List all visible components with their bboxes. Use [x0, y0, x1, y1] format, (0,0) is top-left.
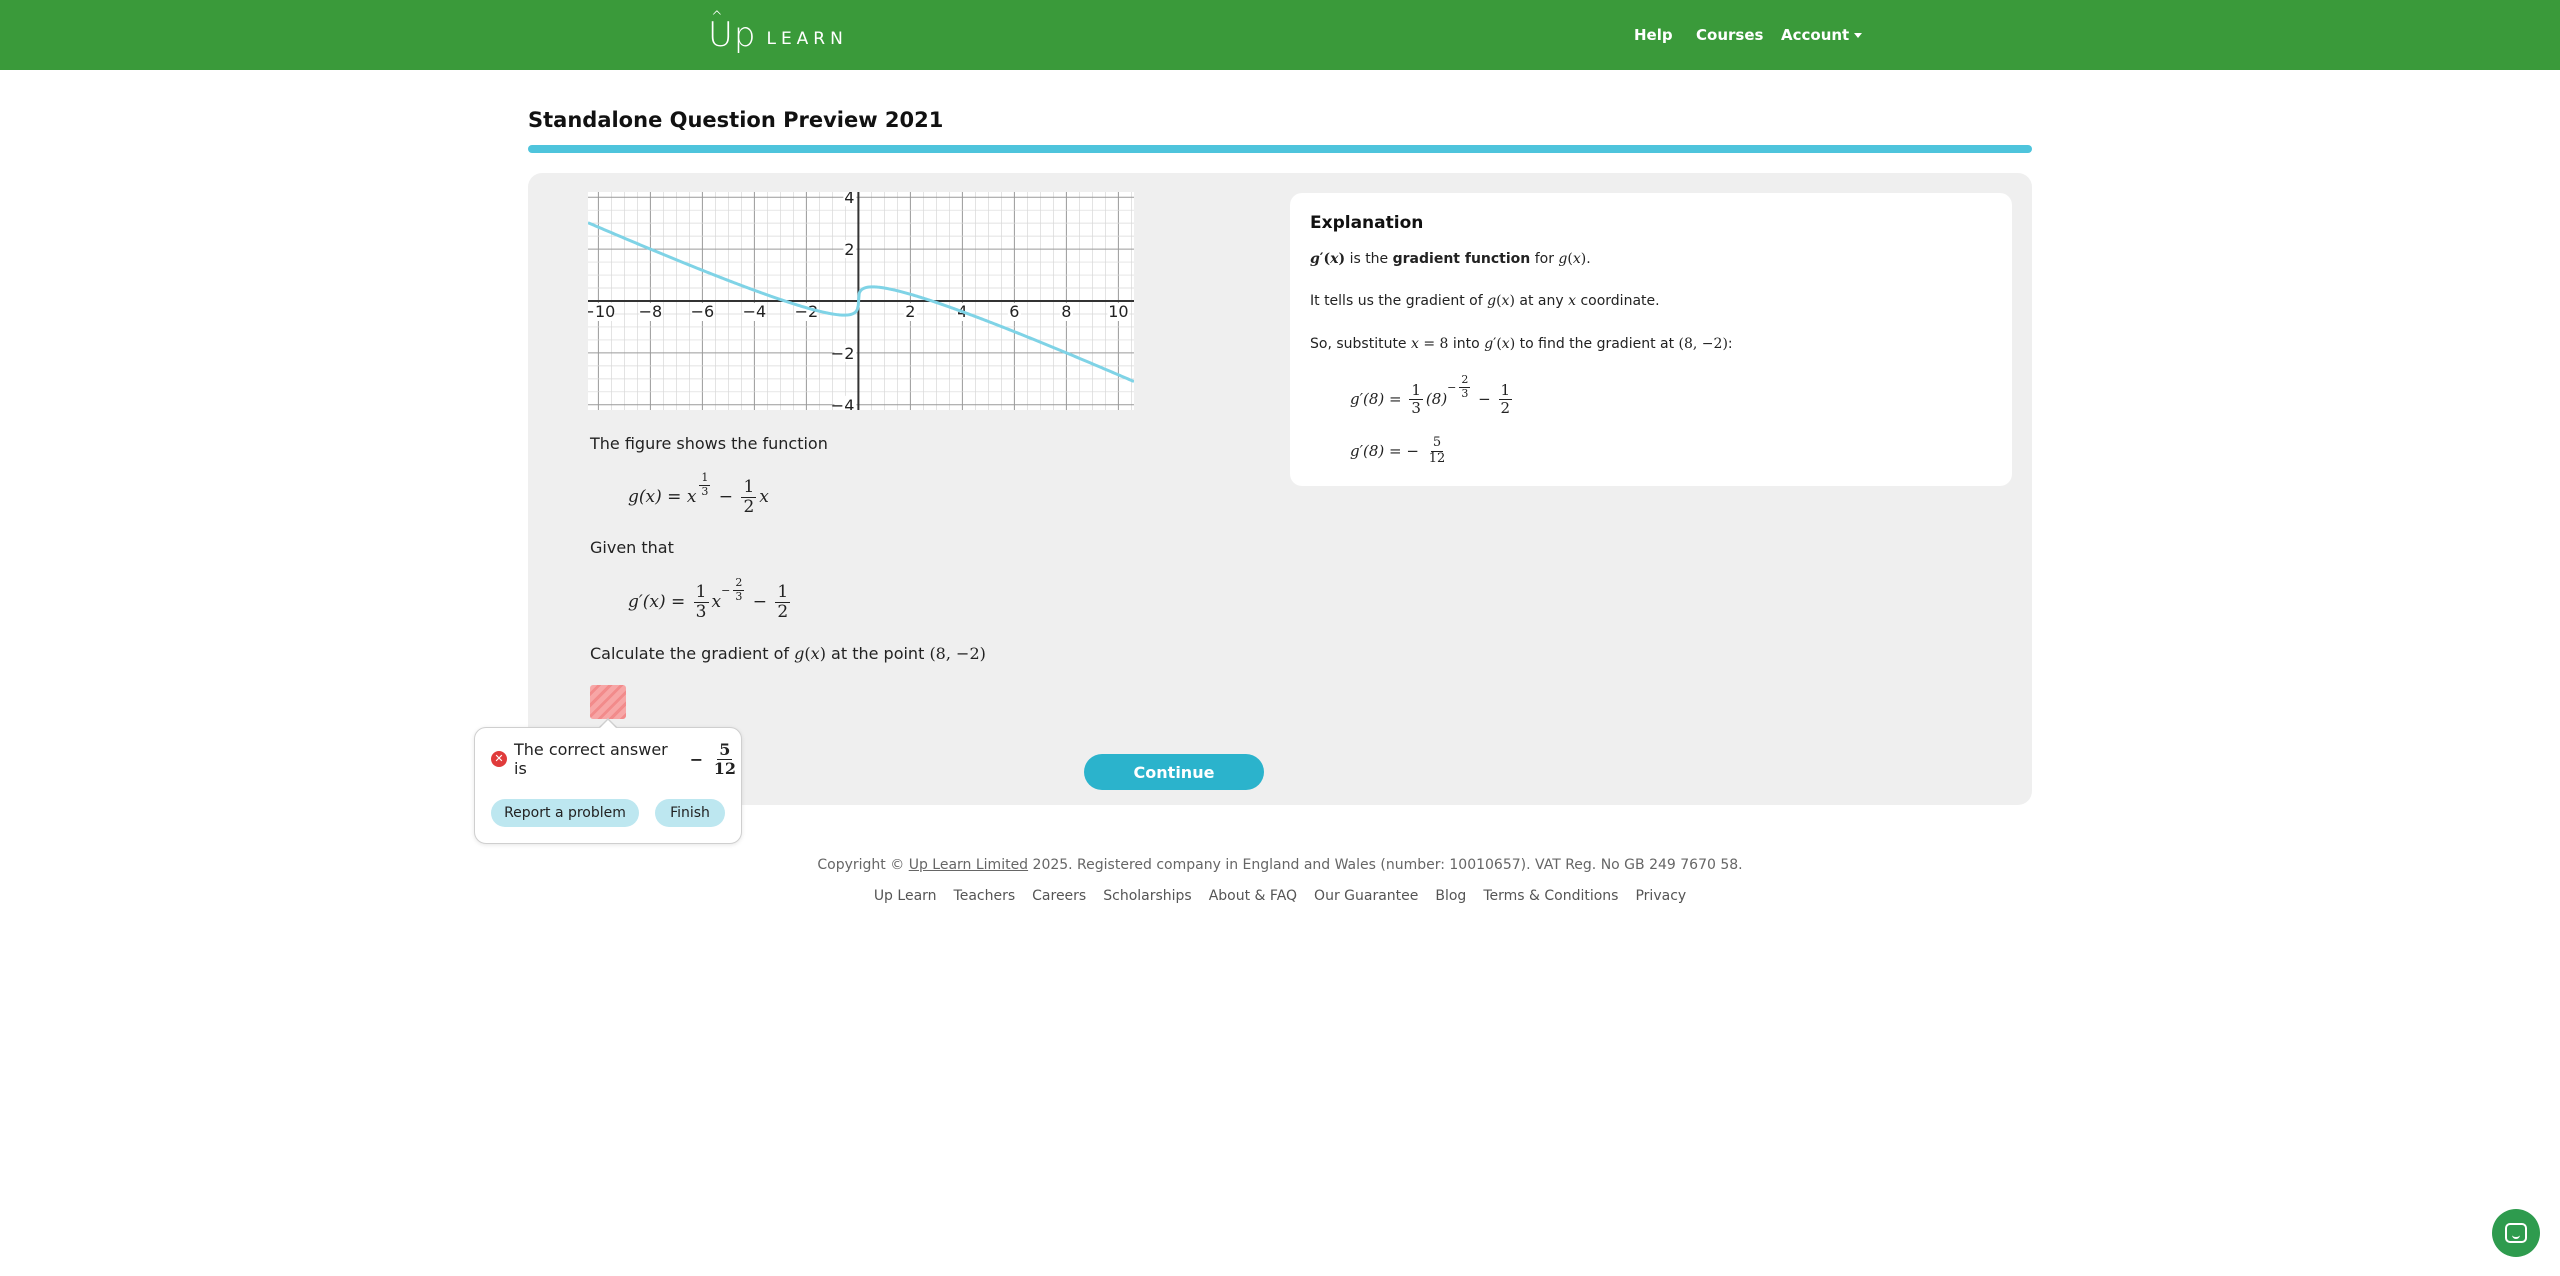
- calc-prefix: Calculate the gradient of: [590, 644, 790, 663]
- nav-help-link[interactable]: Help: [1634, 0, 1673, 70]
- explanation-line-3: So, substitute x = 8 into g′(x) to find …: [1310, 336, 1733, 352]
- footer-link-about-faq[interactable]: About & FAQ: [1209, 888, 1297, 904]
- explanation-equation-2: g ′(8) = − 5 12: [1350, 435, 1446, 466]
- x-tick-label: 2: [905, 302, 915, 321]
- top-navbar: ^ Up LEARN Help Courses Account: [0, 0, 2560, 70]
- x-tick-label: −8: [639, 302, 663, 321]
- continue-button[interactable]: Continue: [1084, 754, 1264, 790]
- calc-mid: at the point: [831, 644, 925, 663]
- footer-link-careers[interactable]: Careers: [1032, 888, 1086, 904]
- function-graph: −10 −8 −6 −4 −2 2 4 6 8 10−4−224: [588, 192, 1134, 410]
- copyright-prefix: Copyright ©: [817, 857, 905, 873]
- explanation-panel: Explanation g′(x) is the gradient functi…: [1290, 193, 2012, 486]
- expl3-prefix: So, substitute: [1310, 336, 1407, 352]
- company-link[interactable]: Up Learn Limited: [909, 857, 1028, 873]
- calc-point: (8, −2): [929, 644, 986, 663]
- y-tick-label: −4: [831, 396, 855, 410]
- answer-sign: −: [689, 749, 704, 769]
- derivative-equation: g ′(x) = 1 3 x −2 3 − 12: [628, 576, 791, 622]
- progress-bar: [528, 145, 2032, 153]
- logo-up-text: ^ Up: [708, 9, 757, 55]
- footer-link-scholarships[interactable]: Scholarships: [1103, 888, 1191, 904]
- answer-denominator: 12: [713, 758, 736, 778]
- nav-courses-link[interactable]: Courses: [1696, 0, 1763, 70]
- y-tick-label: −2: [831, 344, 855, 363]
- explanation-line-1: g′(x) is the gradient function for g(x).: [1310, 251, 1591, 267]
- caret-down-icon: [1854, 32, 1863, 38]
- x-tick-label: 8: [1061, 302, 1071, 321]
- x-tick-label: −4: [743, 302, 767, 321]
- question-calculate: Calculate the gradient of g(x) at the po…: [590, 644, 986, 663]
- expl3-colon: :: [1727, 336, 1733, 352]
- explanation-line-2: It tells us the gradient of g(x) at any …: [1310, 293, 1660, 309]
- x-tick-label: −6: [691, 302, 715, 321]
- logo-arrow-icon: ^: [711, 9, 724, 25]
- expl2-end: coordinate.: [1580, 293, 1660, 309]
- logo-learn-text: LEARN: [766, 29, 848, 49]
- calc-function: g(x): [794, 644, 826, 663]
- footer-copyright: Copyright © Up Learn Limited 2025. Regis…: [0, 857, 2560, 873]
- page-title: Standalone Question Preview 2021: [528, 108, 944, 132]
- footer-link-privacy[interactable]: Privacy: [1635, 888, 1686, 904]
- copyright-suffix: 2025. Registered company in England and …: [1032, 857, 1743, 873]
- correct-answer: − 5 12: [690, 741, 741, 777]
- popup-arrow-inner: [599, 720, 617, 729]
- explanation-title: Explanation: [1310, 213, 1424, 233]
- chat-launcher-button[interactable]: [2492, 1209, 2540, 1257]
- footer-link-up-learn[interactable]: Up Learn: [874, 888, 937, 904]
- expl3-end: to find the gradient at: [1519, 336, 1675, 352]
- answer-fraction: 5 12: [712, 741, 738, 777]
- report-problem-button[interactable]: Report a problem: [491, 799, 639, 827]
- question-intro: The figure shows the function: [590, 434, 828, 453]
- function-equation: g(x) = x13 − 12x: [628, 471, 769, 517]
- question-given: Given that: [590, 538, 674, 557]
- chat-icon: [2505, 1223, 2527, 1243]
- feedback-popup: ✕ The correct answer is − 5 12 Report a p…: [474, 727, 742, 844]
- feedback-message: The correct answer is − 5 12: [514, 740, 741, 778]
- feedback-text: The correct answer is: [514, 740, 668, 778]
- up-learn-logo[interactable]: ^ Up LEARN: [708, 9, 848, 56]
- expl3-mid: into: [1452, 336, 1480, 352]
- footer-link-teachers[interactable]: Teachers: [954, 888, 1016, 904]
- explanation-equation-1: g ′(8) = 1 3 (8) −2 3 − 12: [1350, 373, 1513, 417]
- finish-button[interactable]: Finish: [655, 799, 725, 827]
- expl1-mid: is the: [1349, 251, 1389, 267]
- footer-link-blog[interactable]: Blog: [1435, 888, 1466, 904]
- footer-link-guarantee[interactable]: Our Guarantee: [1314, 888, 1418, 904]
- error-x-icon: ✕: [491, 751, 507, 767]
- expl1-end: for: [1534, 251, 1554, 267]
- footer-link-terms[interactable]: Terms & Conditions: [1483, 888, 1618, 904]
- nav-account-label: Account: [1781, 26, 1850, 44]
- expl2-mid: at any: [1519, 293, 1564, 309]
- answer-numerator: 5: [717, 739, 733, 760]
- x-tick-label: 6: [1009, 302, 1019, 321]
- x-tick-label: −10: [588, 302, 615, 321]
- y-tick-label: 4: [844, 192, 854, 207]
- nav-account-dropdown[interactable]: Account: [1781, 0, 1863, 70]
- expl1-bold: gradient function: [1392, 251, 1531, 267]
- answer-input-incorrect[interactable]: [590, 685, 626, 719]
- y-tick-label: 2: [844, 240, 854, 259]
- expl2-prefix: It tells us the gradient of: [1310, 293, 1483, 309]
- x-tick-label: 10: [1108, 302, 1128, 321]
- footer-links: Up Learn Teachers Careers Scholarships A…: [0, 888, 2560, 904]
- expl3-point: (8, −2): [1678, 336, 1728, 352]
